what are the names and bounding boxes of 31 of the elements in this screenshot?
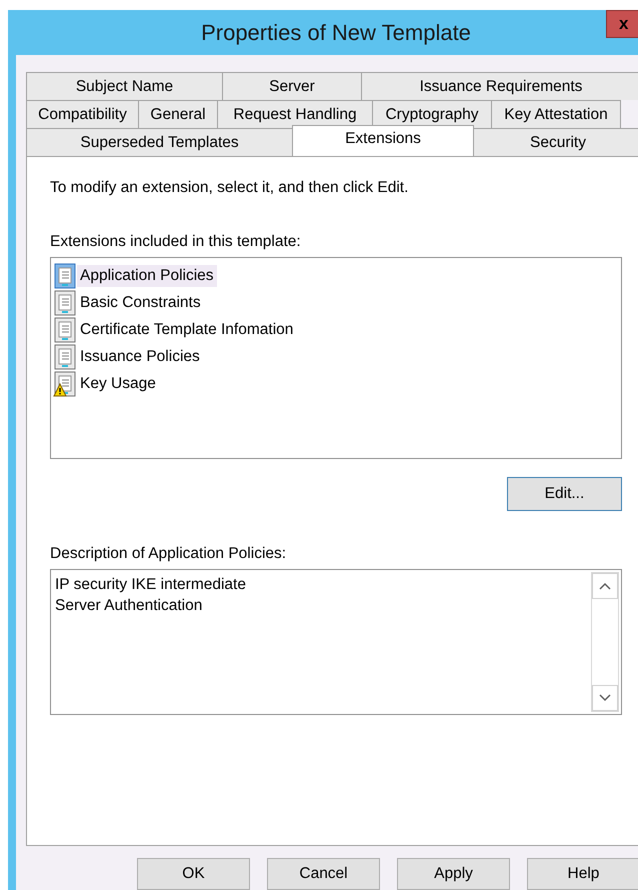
tab[interactable]: Compatibility	[26, 100, 139, 128]
window-title: Properties of New Template	[200, 20, 472, 46]
list-item[interactable]: Application Policies	[77, 264, 217, 286]
tab[interactable]: General	[138, 100, 218, 128]
dialog-button[interactable]: OK	[137, 858, 250, 890]
description-line: IP security IKE intermediate	[55, 575, 247, 595]
tab[interactable]: Subject Name	[26, 72, 223, 100]
tab[interactable]: Request Handling	[217, 100, 373, 128]
list-item[interactable]: Basic Constraints	[77, 292, 204, 314]
tab[interactable]: Superseded Templates	[26, 128, 293, 156]
tab[interactable]: Server	[222, 72, 362, 100]
list-item[interactable]: Key Usage	[77, 372, 159, 394]
tab[interactable]: Issuance Requirements	[361, 72, 638, 100]
close-button[interactable]: x	[606, 10, 638, 38]
tab[interactable]: Cryptography	[372, 100, 492, 128]
tab[interactable]: Security	[473, 128, 638, 156]
dialog-button[interactable]: Apply	[397, 858, 510, 890]
description-label: Description of Application Policies:	[50, 545, 288, 563]
dialog-button[interactable]: Help	[527, 858, 638, 890]
list-label: Extensions included in this template:	[50, 233, 302, 251]
scrollbar[interactable]	[591, 572, 619, 712]
list-item[interactable]: Issuance Policies	[77, 346, 203, 368]
tab[interactable]: Extensions	[292, 125, 474, 156]
edit-button[interactable]: Edit...	[507, 477, 622, 511]
instruction-text: To modify an extension, select it, and then click Edit.	[50, 179, 410, 197]
dialog-button[interactable]: Cancel	[267, 858, 380, 890]
list-item[interactable]: Certificate Template Infomation	[77, 318, 296, 340]
description-line: Server Authentication	[55, 596, 204, 616]
scroll-up-icon[interactable]	[599, 582, 611, 590]
tab[interactable]: Key Attestation	[491, 100, 621, 128]
scroll-down-icon[interactable]	[599, 694, 611, 702]
